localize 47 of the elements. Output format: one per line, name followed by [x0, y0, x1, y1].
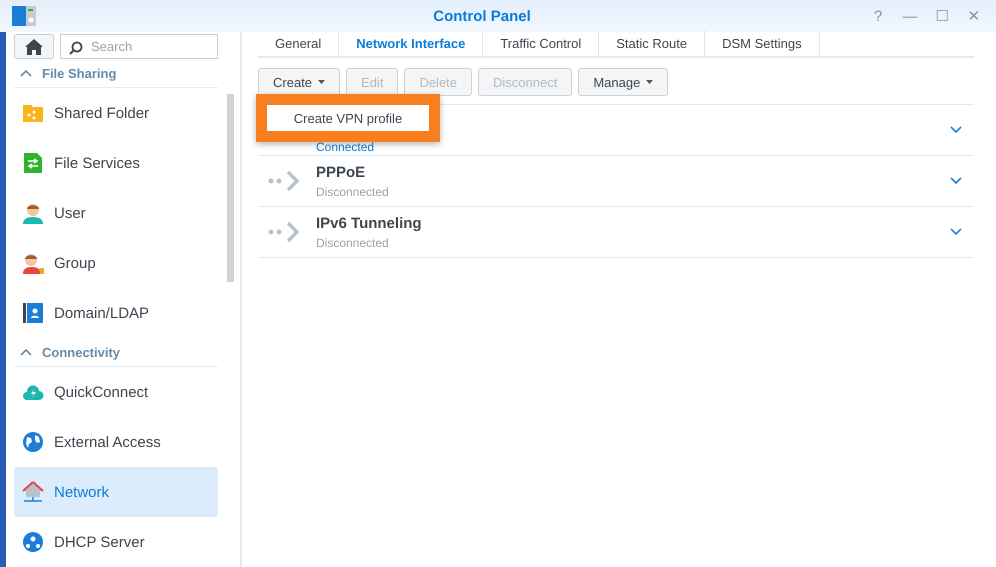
interface-name: PPPoE [316, 164, 366, 180]
file-transfer-icon [22, 152, 44, 174]
home-icon [25, 38, 43, 55]
tab[interactable]: Static Route [599, 30, 706, 56]
section-header[interactable]: Connectivity [14, 338, 218, 368]
sidebar-item[interactable]: Shared Folder [14, 88, 218, 138]
sidebar-item[interactable]: User [14, 188, 218, 238]
sidebar-item[interactable]: Group [14, 238, 218, 288]
sidebar-item[interactable]: External Access [14, 417, 218, 468]
interface-status: Disconnected [316, 236, 390, 250]
home-button[interactable] [14, 34, 54, 60]
chevron-down-icon [950, 177, 962, 185]
sidebar-item[interactable]: File Services [14, 138, 218, 188]
window-title: Control Panel [432, 8, 532, 24]
chevron-down-icon [950, 126, 962, 134]
toolbar-button[interactable]: Manage [578, 68, 668, 96]
house-network-icon [22, 481, 44, 504]
interface-status: Connected [316, 140, 376, 154]
tab[interactable]: Network Interface [339, 30, 484, 56]
group-icon [22, 252, 44, 274]
contact-book-icon [22, 302, 44, 324]
folder-icon [22, 102, 44, 124]
network-nodes-icon [22, 531, 44, 554]
caret-icon [20, 69, 32, 78]
caret-icon [646, 80, 654, 84]
user-icon [22, 202, 44, 224]
tab[interactable]: Traffic Control [483, 30, 600, 56]
toolbar-button[interactable]: Create [258, 68, 340, 96]
tab[interactable]: General [258, 30, 340, 56]
globe-icon [22, 431, 44, 454]
sidebar-item[interactable]: Domain/LDAP [14, 288, 218, 338]
app-logo-icon [12, 4, 36, 28]
interface-name: IPv6 Tunneling [316, 214, 423, 232]
connection-arrow-icon [268, 220, 302, 244]
interface-status: Disconnected [316, 184, 390, 198]
chevron-down-icon [950, 228, 962, 236]
connection-arrow-icon [268, 169, 302, 193]
search-icon [69, 41, 83, 55]
sidebar-item[interactable]: DHCP Server [14, 517, 218, 567]
scroll-bar[interactable] [227, 94, 234, 282]
search-field[interactable]: Search [60, 34, 218, 60]
section-header[interactable]: File Sharing [14, 59, 218, 88]
caret-icon [318, 80, 326, 84]
sidebar-item[interactable]: Network [14, 467, 218, 518]
tab[interactable]: DSM Settings [705, 30, 820, 56]
caret-icon [20, 348, 32, 356]
sidebar-item[interactable]: QuickConnect [14, 367, 218, 418]
